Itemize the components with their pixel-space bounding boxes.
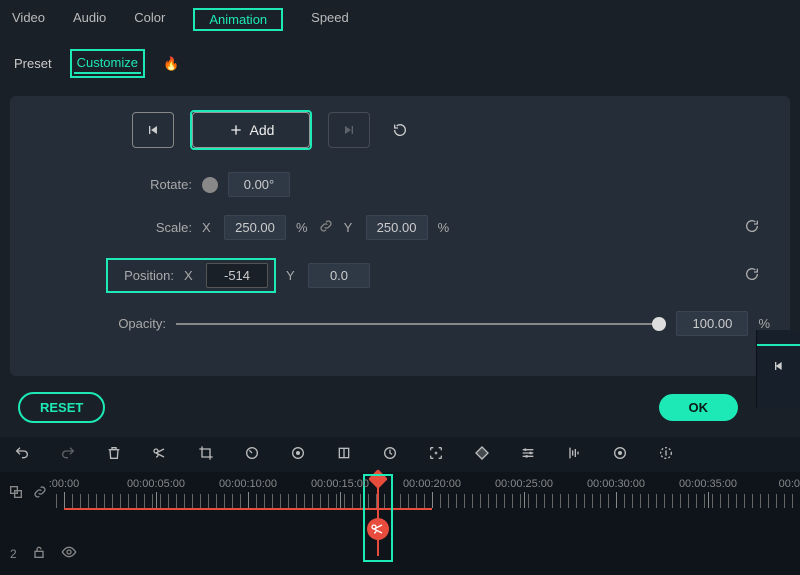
scale-row: Scale: X 250.00 % Y 250.00 % xyxy=(142,215,770,240)
scale-reset-button[interactable] xyxy=(744,218,760,237)
opacity-slider[interactable] xyxy=(176,323,666,325)
hot-icon: 🔥 xyxy=(163,56,179,72)
skip-next-icon xyxy=(341,122,357,138)
timeline: :00:00 00:00:05:00 00:00:10:00 00:00:15:00 0… xyxy=(0,472,800,575)
right-controls xyxy=(756,330,800,408)
timecode: 00:00:35:00 xyxy=(679,478,737,490)
keyframe-tool-button[interactable] xyxy=(380,445,400,464)
subtab-customize[interactable]: Customize xyxy=(74,53,141,74)
adjust-button[interactable] xyxy=(518,445,538,464)
accent-bar xyxy=(757,344,800,346)
audio-mixer-button[interactable] xyxy=(564,445,584,464)
opacity-label: Opacity: xyxy=(106,316,166,331)
scale-y-value[interactable]: 250.00 xyxy=(366,215,428,240)
timecode: 00:00:15:00 xyxy=(311,478,369,490)
subtab-preset[interactable]: Preset xyxy=(14,56,52,71)
position-y-value[interactable]: 0.0 xyxy=(308,263,370,288)
opacity-unit: % xyxy=(758,316,770,331)
rotate-value[interactable]: 0.00° xyxy=(228,172,290,197)
time-ruler[interactable]: :00:0000:00:05:0000:00:10:0000:00:15:000… xyxy=(56,478,800,514)
track-status: 2 xyxy=(0,514,800,575)
scale-x-value[interactable]: 250.00 xyxy=(224,215,286,240)
color-button[interactable] xyxy=(288,445,308,464)
tracking-button[interactable] xyxy=(426,445,446,464)
position-row: Position: X -514 Y 0.0 xyxy=(106,258,770,293)
tab-color[interactable]: Color xyxy=(134,8,165,31)
marker-button[interactable] xyxy=(656,445,676,464)
reset-button[interactable]: RESET xyxy=(18,392,105,423)
position-x-value[interactable]: -514 xyxy=(206,263,268,288)
rotate-label: Rotate: xyxy=(132,177,192,192)
rotate-knob[interactable] xyxy=(202,177,218,193)
redo-button[interactable] xyxy=(58,445,78,464)
rotate-row: Rotate: 0.00° xyxy=(132,172,770,197)
add-label: Add xyxy=(250,122,275,138)
step-back-button[interactable] xyxy=(771,358,787,377)
reset-keyframes-button[interactable] xyxy=(386,116,414,144)
timeline-toolbar xyxy=(0,437,800,472)
panel-footer: RESET OK xyxy=(0,386,800,437)
link-scale-icon[interactable] xyxy=(318,218,334,237)
scale-y-label: Y xyxy=(344,220,356,235)
split-button[interactable] xyxy=(150,445,170,464)
scale-y-unit: % xyxy=(438,220,450,235)
tab-speed[interactable]: Speed xyxy=(311,8,349,31)
timecode: :00:00 xyxy=(49,478,80,490)
record-button[interactable] xyxy=(610,445,630,464)
track-number: 2 xyxy=(10,547,17,561)
scale-label: Scale: xyxy=(142,220,192,235)
keyframe-controls: Add xyxy=(132,110,770,150)
reset-icon xyxy=(392,122,408,138)
timecode: 00:00:30:00 xyxy=(587,478,645,490)
opacity-value[interactable]: 100.00 xyxy=(676,311,748,336)
scale-x-label: X xyxy=(202,220,214,235)
add-keyframe-button[interactable]: Add xyxy=(192,112,310,148)
link-icon[interactable] xyxy=(32,478,48,503)
delete-button[interactable] xyxy=(104,445,124,464)
undo-button[interactable] xyxy=(12,445,32,464)
scale-x-unit: % xyxy=(296,220,308,235)
position-label: Position: xyxy=(114,268,174,283)
sub-tabs: Preset Customize 🔥 xyxy=(0,39,800,96)
ok-button[interactable]: OK xyxy=(659,394,739,421)
visibility-icon[interactable] xyxy=(61,544,77,563)
animation-panel: Add Rotate: 0.00° Scale: X 250.00 % Y 25… xyxy=(10,96,790,376)
timecode: 00:00:20:00 xyxy=(403,478,461,490)
crop-button[interactable] xyxy=(196,445,216,464)
timecode: 00:00:05:00 xyxy=(127,478,185,490)
position-y-label: Y xyxy=(286,268,298,283)
next-keyframe-button xyxy=(328,112,370,148)
greenscreen-button[interactable] xyxy=(334,445,354,464)
layers-icon[interactable] xyxy=(8,478,24,503)
lock-icon[interactable] xyxy=(31,544,47,563)
position-x-label: X xyxy=(184,268,196,283)
speed-button[interactable] xyxy=(242,445,262,464)
slider-thumb[interactable] xyxy=(652,317,666,331)
skip-prev-icon xyxy=(145,122,161,138)
tab-animation[interactable]: Animation xyxy=(193,8,283,31)
timecode: 00:00:10:00 xyxy=(219,478,277,490)
mask-button[interactable] xyxy=(472,445,492,464)
main-tabs: Video Audio Color Animation Speed xyxy=(0,0,800,39)
timecode: 00:00:25:00 xyxy=(495,478,553,490)
plus-icon xyxy=(228,122,244,138)
timecode: 00:00:40 xyxy=(779,478,800,490)
position-reset-button[interactable] xyxy=(744,266,760,285)
tab-audio[interactable]: Audio xyxy=(73,8,106,31)
prev-keyframe-button[interactable] xyxy=(132,112,174,148)
tab-video[interactable]: Video xyxy=(12,8,45,31)
opacity-row: Opacity: 100.00 % xyxy=(106,311,770,336)
